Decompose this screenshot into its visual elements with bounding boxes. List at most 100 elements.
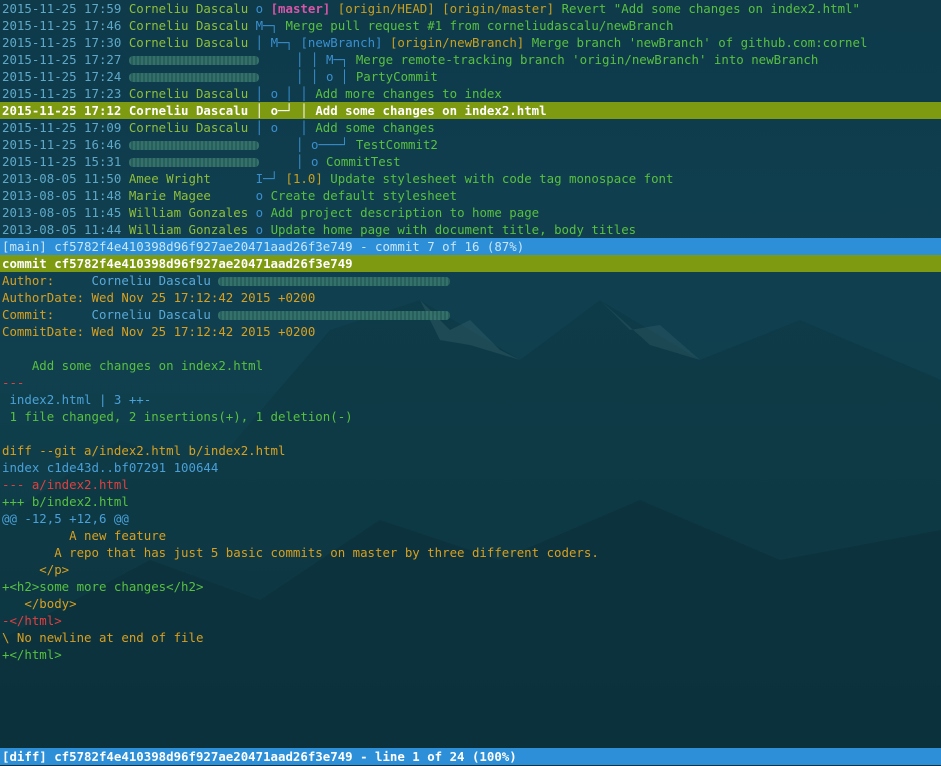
- log-message: Merge branch 'newBranch' of github.com:c…: [531, 35, 868, 50]
- log-author: Corneliu Dascalu: [128, 18, 249, 33]
- log-author: Corneliu Dascalu: [128, 86, 249, 101]
- log-date: 2015-11-25 17:59: [2, 1, 122, 16]
- log-graph: o: [255, 1, 264, 16]
- log-message: Add project description to home page: [270, 205, 540, 220]
- log-row[interactable]: 2015-11-25 17:23 Corneliu Dascalu │ o │ …: [2, 85, 502, 102]
- log-graph: o: [255, 188, 264, 203]
- log-date: 2015-11-25 17:30: [2, 35, 122, 50]
- log-date: 2015-11-25 17:23: [2, 86, 122, 101]
- author-name: Corneliu Dascalu: [91, 273, 211, 288]
- log-graph: o: [255, 205, 264, 220]
- log-message: TestCommit2: [355, 137, 438, 152]
- log-row[interactable]: 2015-11-25 17:27 │ │ M─┐ Merge remote-tr…: [2, 51, 818, 68]
- context-line-2: A repo that has just 5 basic commits on …: [2, 545, 599, 560]
- log-author-redacted: [128, 56, 259, 65]
- log-author: Corneliu Dascalu: [128, 120, 249, 135]
- log-message: Merge pull request #1 from corneliudasca…: [285, 18, 674, 33]
- log-graph: │ o: [296, 154, 319, 169]
- log-date: 2015-11-25 17:12: [2, 103, 122, 118]
- log-date: 2015-11-25 17:24: [2, 69, 122, 84]
- log-row[interactable]: 2015-11-25 15:31 │ o CommitTest: [2, 153, 401, 170]
- log-message: Merge remote-tracking branch 'origin/new…: [355, 52, 819, 67]
- log-graph: M─┐: [255, 18, 279, 33]
- log-refs: [origin/HEAD] [origin/master]: [337, 1, 555, 16]
- stat-summary: 1 file changed, 2 insertions(+), 1 delet…: [2, 409, 353, 424]
- log-row[interactable]: 2015-11-25 16:46 │ o───┘ TestCommit2: [2, 136, 438, 153]
- committer-label: Commit:: [2, 307, 55, 322]
- log-refs: [1.0]: [285, 171, 323, 186]
- log-date: 2013-08-05 11:48: [2, 188, 122, 203]
- commit-message: Add some changes on index2.html: [2, 358, 264, 373]
- log-row[interactable]: 2013-08-05 11:44 William Gonzales o Upda…: [2, 221, 636, 238]
- log-row[interactable]: 2013-08-05 11:50 Amee Wright I─┘ [1.0] U…: [2, 170, 673, 187]
- author-date: Wed Nov 25 17:12:42 2015 +0200: [91, 290, 316, 305]
- commit-date: Wed Nov 25 17:12:42 2015 +0200: [91, 324, 316, 339]
- log-row[interactable]: 2015-11-25 17:46 Corneliu Dascalu M─┐ Me…: [2, 17, 673, 34]
- log-author-redacted: [128, 73, 259, 82]
- committer-name: Corneliu Dascalu: [91, 307, 211, 322]
- log-row[interactable]: 2015-11-25 17:30 Corneliu Dascalu │ M─┐ …: [2, 34, 867, 51]
- log-date: 2015-11-25 17:09: [2, 120, 122, 135]
- log-message: CommitTest: [326, 154, 401, 169]
- commit-date-label: CommitDate:: [2, 324, 85, 339]
- log-row[interactable]: 2015-11-25 17:59 Corneliu Dascalu o [mas…: [2, 0, 860, 17]
- log-date: 2015-11-25 15:31: [2, 154, 122, 169]
- log-graph: │ │ M─┐: [296, 52, 349, 67]
- log-message: Revert "Add some changes on index2.html": [561, 1, 860, 16]
- added-line-2: +</html>: [2, 647, 62, 662]
- diff-status-bar: [diff] cf5782f4e410398d96f927ae20471aad2…: [0, 748, 941, 765]
- hunk-header: @@ -12,5 +12,6 @@: [2, 511, 129, 526]
- log-graph: │ o │: [255, 120, 308, 135]
- log-message: Add some changes: [315, 120, 435, 135]
- log-date: 2013-08-05 11:44: [2, 222, 122, 237]
- context-line-1: A new feature: [2, 528, 167, 543]
- log-row[interactable]: 2015-11-25 17:24 │ │ o │ PartyCommit: [2, 68, 438, 85]
- added-line-1: +<h2>some more changes</h2>: [2, 579, 204, 594]
- log-message: Add some changes on index2.html: [315, 103, 547, 118]
- log-graph: │ │ o │: [296, 69, 349, 84]
- log-graph: │ M─┐: [255, 35, 293, 50]
- log-date: 2013-08-05 11:45: [2, 205, 122, 220]
- log-author-redacted: [128, 141, 259, 150]
- main-status-bar: [main] cf5782f4e410398d96f927ae20471aad2…: [0, 238, 941, 255]
- log-message: Add more changes to index: [315, 86, 502, 101]
- diff-git-header: diff --git a/index2.html b/index2.html: [2, 443, 286, 458]
- log-message: Update home page with document title, bo…: [270, 222, 637, 237]
- log-date: 2015-11-25 16:46: [2, 137, 122, 152]
- log-ref-head: [master]: [270, 1, 331, 16]
- index-line: index c1de43d..bf07291 100644: [2, 460, 219, 475]
- context-line-3: </p>: [2, 562, 70, 577]
- no-newline-note: \ No newline at end of file: [2, 630, 204, 645]
- minus-file: --- a/index2.html: [2, 477, 129, 492]
- log-row[interactable]: 2013-08-05 11:48 Marie Magee o Create de…: [2, 187, 457, 204]
- log-graph: o: [255, 222, 264, 237]
- log-author: Marie Magee: [128, 188, 211, 203]
- stat-file-text: index2.html | 3 ++-: [2, 392, 152, 407]
- log-row[interactable]: 2015-11-25 17:09 Corneliu Dascalu │ o │ …: [2, 119, 435, 136]
- log-refs: [origin/newBranch]: [389, 35, 525, 50]
- log-date: 2013-08-05 11:50: [2, 171, 122, 186]
- log-author: Corneliu Dascalu: [128, 35, 249, 50]
- log-author: William Gonzales: [128, 222, 249, 237]
- log-date: 2015-11-25 17:46: [2, 18, 122, 33]
- deleted-line-1: -</html>: [2, 613, 62, 628]
- log-author: Corneliu Dascalu: [128, 103, 249, 118]
- context-line-4: </body>: [2, 596, 77, 611]
- commit-header-bar: commit cf5782f4e410398d96f927ae20471aad2…: [0, 255, 941, 272]
- log-author: Corneliu Dascalu: [128, 1, 249, 16]
- separator: ---: [2, 375, 25, 390]
- commit-hash-line: commit cf5782f4e410398d96f927ae20471aad2…: [2, 256, 353, 271]
- author-label: Author:: [2, 273, 55, 288]
- log-author: William Gonzales: [128, 205, 249, 220]
- log-row[interactable]: 2013-08-05 11:45 William Gonzales o Add …: [2, 204, 539, 221]
- log-date: 2015-11-25 17:27: [2, 52, 122, 67]
- log-author-redacted: [128, 158, 259, 167]
- log-message: PartyCommit: [355, 69, 438, 84]
- stat-file: index2.html | 3 ++-: [2, 391, 151, 408]
- log-message: Update stylesheet with code tag monospac…: [330, 171, 674, 186]
- log-row[interactable]: 2015-11-25 17:12 Corneliu Dascalu │ o─┘ …: [2, 102, 547, 119]
- log-graph: │ o───┘: [296, 137, 349, 152]
- committer-email-redacted: [218, 311, 451, 320]
- log-graph: I─┘: [255, 171, 279, 186]
- log-author: Amee Wright: [128, 171, 211, 186]
